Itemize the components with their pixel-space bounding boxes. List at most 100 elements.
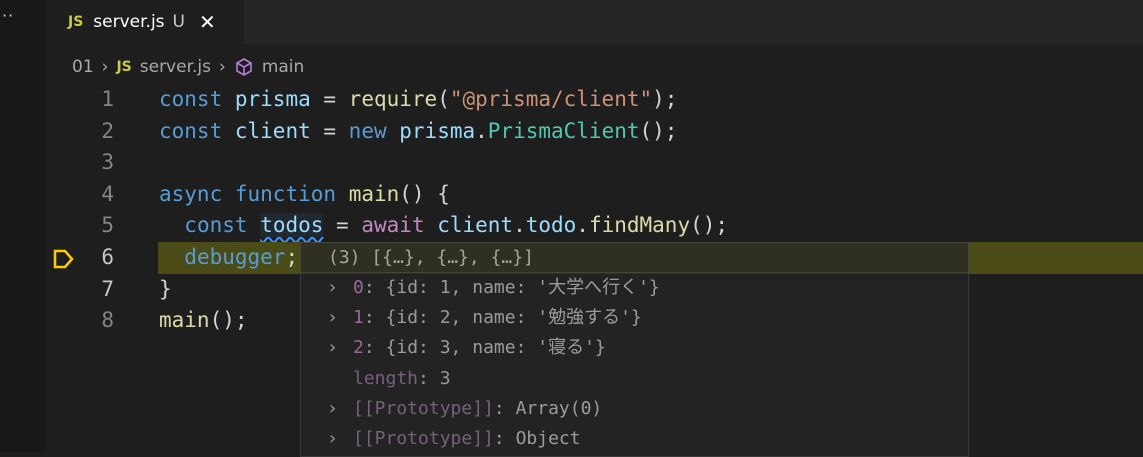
chevron-right-icon[interactable]: ›	[327, 394, 353, 424]
code-token: todo	[525, 213, 577, 238]
cube-icon	[236, 58, 252, 76]
code-token: =	[310, 118, 349, 143]
code-token: prisma	[399, 118, 476, 143]
debug-hover-widget[interactable]: (3) [{…}, {…}, {…}] › 0: {id: 1, name: '大…	[300, 242, 969, 457]
hover-tree-row[interactable]: › 0: {id: 1, name: '大学へ行く'}	[301, 273, 968, 303]
line-number: 8	[101, 308, 114, 333]
code-line[interactable]: 3	[46, 147, 1143, 179]
code-token: }	[159, 276, 172, 301]
code-token: require	[348, 87, 438, 111]
breadcrumb-file[interactable]: server.js	[140, 57, 211, 77]
code-line[interactable]: 4 async function main() {	[46, 179, 1143, 211]
hover-tree-row[interactable]: › 1: {id: 2, name: '勉強する'}	[301, 303, 968, 333]
code-line[interactable]: 2 const client = new prisma.PrismaClient(…	[46, 116, 1143, 148]
hover-key: [[Prototype]]	[353, 427, 494, 449]
chevron-right-icon[interactable]: ›	[327, 303, 353, 333]
code-token: () {	[399, 181, 450, 206]
chevron-right-icon: ›	[101, 57, 109, 77]
hover-tree-row[interactable]: › [[Prototype]]: Array(0)	[301, 394, 968, 424]
code-token: const	[184, 213, 248, 238]
line-number: 5	[101, 213, 114, 238]
hover-value: 3	[439, 367, 451, 389]
colon: :	[493, 397, 516, 419]
code-token: ;	[285, 244, 299, 269]
hover-key: 2	[353, 337, 364, 359]
line-number: 4	[101, 181, 114, 206]
code-token: "@prisma/client"	[449, 87, 653, 111]
hover-tree-row[interactable]: › [[Prototype]]: Object	[301, 424, 968, 454]
code-text: }	[159, 274, 172, 306]
code-token: (	[437, 87, 450, 111]
chevron-right-icon[interactable]: ›	[327, 424, 353, 454]
line-number: 7	[101, 276, 114, 301]
hover-value: Array(0)	[515, 397, 603, 419]
code-token: main	[348, 181, 400, 206]
hover-key: length	[353, 367, 419, 389]
line-number: 1	[101, 87, 114, 111]
untracked-badge: U	[172, 12, 185, 32]
js-file-icon: JS	[116, 59, 132, 75]
code-token: await	[361, 213, 425, 238]
code-token: new	[348, 118, 387, 143]
code-token: todos	[260, 213, 324, 238]
colon: :	[418, 367, 440, 389]
colon: :	[363, 337, 386, 359]
code-token: const	[159, 118, 223, 143]
code-token: debugger	[184, 244, 286, 269]
code-token: );	[652, 87, 678, 111]
hover-key: 0	[353, 277, 364, 298]
code-token: .	[513, 213, 526, 238]
code-token: .	[475, 118, 488, 143]
breadcrumb-folder[interactable]: 01	[72, 57, 94, 77]
colon: :	[363, 307, 386, 329]
breadcrumb: 01 › JS server.js › main	[72, 54, 304, 80]
hover-value: {id: 2, name: '勉強する'}	[385, 307, 642, 329]
code-token: client	[234, 118, 311, 143]
activity-bar: ··	[0, 0, 46, 452]
line-number: 6	[101, 244, 114, 269]
hover-value: Object	[515, 427, 581, 449]
line-number: 2	[101, 118, 114, 143]
chevron-right-icon[interactable]: ›	[327, 273, 353, 303]
hover-summary: (3) [{…}, {…}, {…}]	[301, 243, 968, 273]
code-token: ();	[690, 213, 729, 238]
js-file-icon: JS	[68, 14, 84, 30]
code-text: debugger;	[159, 242, 298, 274]
more-icon[interactable]: ··	[2, 6, 14, 25]
code-line[interactable]: 1 const prisma = require("@prisma/client"…	[46, 84, 1143, 116]
chevron-right-icon: ›	[219, 57, 226, 77]
close-icon[interactable]: ✕	[199, 10, 216, 34]
code-text: const prisma = require("@prisma/client")…	[159, 84, 677, 116]
chevron-right-icon[interactable]: ›	[327, 333, 353, 363]
code-text: main();	[159, 305, 248, 337]
code-token: ();	[209, 308, 248, 333]
hover-key: 1	[353, 307, 364, 329]
code-token: findMany	[588, 213, 691, 238]
hover-value: {id: 3, name: '寝る'}	[385, 337, 606, 359]
hover-tree-row[interactable]: › 2: {id: 3, name: '寝る'}	[301, 333, 968, 363]
code-token: const	[159, 87, 223, 111]
tab-server-js[interactable]: JS server.js U ✕	[46, 0, 244, 44]
code-line[interactable]: 5 const todos = await client.todo.findMa…	[46, 210, 1143, 242]
code-token: ();	[639, 118, 678, 143]
code-token: =	[310, 87, 349, 111]
code-token: PrismaClient	[487, 118, 640, 143]
hover-tree-row[interactable]: length: 3	[301, 364, 968, 394]
code-text: const todos = await client.todo.findMany…	[159, 210, 728, 242]
breadcrumb-symbol[interactable]: main	[262, 57, 304, 77]
code-token: function	[234, 181, 337, 206]
code-token: async	[159, 181, 223, 206]
code-token: .	[576, 213, 589, 238]
colon: :	[493, 427, 516, 449]
hover-value: {id: 1, name: '大学へ行く'}	[385, 277, 660, 298]
code-token: main	[159, 308, 210, 333]
code-token: =	[323, 213, 362, 238]
